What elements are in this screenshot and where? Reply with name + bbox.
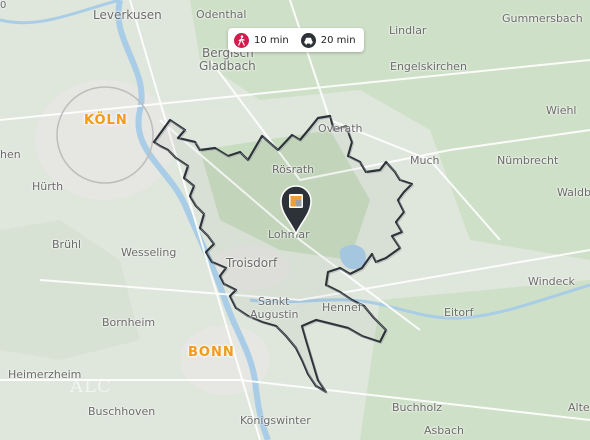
place-label-much: Much: [410, 154, 440, 167]
place-label-augustin: Augustin: [250, 308, 299, 321]
legend-item-drive[interactable]: 20 min: [300, 32, 356, 48]
legend-item-walk[interactable]: 10 min: [234, 32, 289, 48]
place-label-eitorf: Eitorf: [444, 306, 474, 319]
watermark-text: ALC: [70, 376, 112, 397]
place-label-gummersbach: Gummersbach: [502, 12, 583, 25]
place-label-wesseling: Wesseling: [121, 246, 177, 259]
place-label-leverkusen: Leverkusen: [93, 8, 162, 22]
city-label-bonn: BONN: [188, 345, 235, 360]
place-label-buchholz: Buchholz: [392, 401, 443, 414]
map-canvas[interactable]: Leverkusen Odenthal Lindlar Gummersbach …: [0, 0, 590, 440]
place-label-bornheim: Bornheim: [102, 316, 156, 329]
place-label-sankt: Sankt: [258, 295, 290, 308]
car-icon: [300, 32, 316, 48]
place-label-engelskirchen: Engelskirchen: [390, 60, 467, 73]
place-label-partial-hen: hen: [0, 148, 21, 161]
place-label-nuembrecht: Nümbrecht: [497, 154, 559, 167]
place-label-wiehl: Wiehl: [546, 104, 577, 117]
place-label-koenigswinter: Königswinter: [240, 414, 311, 427]
place-label-overath: Overath: [318, 122, 363, 135]
place-label-waldbroel: Waldbr: [557, 186, 590, 199]
place-label-windeck: Windeck: [528, 275, 575, 288]
place-label-odenthal: Odenthal: [196, 8, 247, 21]
place-label-hennef: Hennef: [322, 301, 362, 314]
travel-time-legend: 10 min 20 min: [228, 28, 364, 52]
place-label-alte: Alte: [568, 401, 590, 414]
place-label-asbach: Asbach: [424, 424, 464, 437]
city-label-koeln: KÖLN: [84, 113, 128, 128]
place-label-huerth: Hürth: [32, 180, 64, 193]
location-pin-icon[interactable]: [279, 184, 313, 236]
legend-walk-label: 10 min: [254, 34, 289, 46]
place-label-lindlar: Lindlar: [389, 24, 427, 37]
walking-person-icon: [234, 32, 249, 48]
legend-drive-label: 20 min: [320, 34, 356, 46]
corner-label: 0: [0, 0, 7, 11]
place-label-troisdorf: Troisdorf: [226, 256, 278, 270]
place-label-gladbach: Gladbach: [199, 59, 256, 73]
place-label-buschhoven: Buschhoven: [88, 405, 156, 418]
place-label-roesrath: Rösrath: [272, 163, 315, 176]
place-label-bruehl: Brühl: [52, 238, 82, 251]
